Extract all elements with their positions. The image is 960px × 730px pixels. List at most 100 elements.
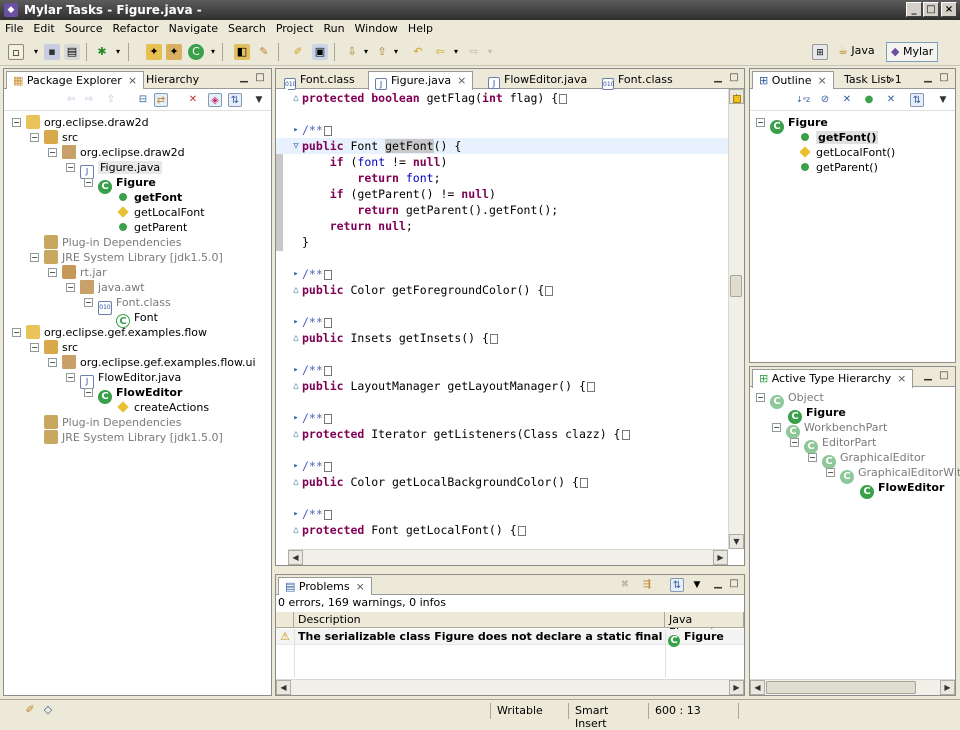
code-line[interactable]: /** bbox=[302, 266, 332, 282]
menu-project[interactable]: Project bbox=[271, 20, 319, 35]
tree-item[interactable]: C FlowEditor bbox=[860, 480, 944, 499]
column-header-description[interactable]: Description bbox=[294, 612, 665, 628]
perspective-mylar[interactable]: ◆ Mylar bbox=[886, 42, 939, 62]
sync-icon[interactable]: ⇅ bbox=[670, 578, 684, 592]
dropdown-arrow-icon[interactable]: ▾ bbox=[28, 44, 44, 60]
code-line[interactable]: public Color getLocalBackgroundColor() { bbox=[302, 474, 588, 490]
expand-icon[interactable]: − bbox=[790, 438, 799, 447]
menu-window[interactable]: Window bbox=[350, 20, 403, 35]
expand-icon[interactable]: − bbox=[826, 468, 835, 477]
tree-item[interactable]: C Figure bbox=[788, 405, 846, 424]
collapsed-code-icon[interactable] bbox=[559, 94, 568, 104]
new-class-icon[interactable]: C bbox=[188, 44, 204, 60]
tree-item[interactable]: createActions bbox=[116, 400, 209, 415]
scroll-right-button[interactable]: ▶ bbox=[940, 680, 955, 695]
code-line[interactable]: /** bbox=[302, 362, 332, 378]
collapsed-code-icon[interactable] bbox=[323, 366, 332, 376]
menu-search[interactable]: Search bbox=[223, 20, 271, 35]
minimize-button[interactable]: _ bbox=[906, 2, 922, 17]
new-project-icon[interactable]: ✦ bbox=[146, 44, 162, 60]
code-line[interactable]: return getParent().getFont(); bbox=[302, 202, 558, 218]
expand-icon[interactable]: − bbox=[772, 423, 781, 432]
back-icon[interactable]: ⇦ bbox=[432, 44, 448, 60]
dropdown-arrow-icon[interactable]: ▾ bbox=[205, 44, 221, 60]
code-line[interactable]: /** bbox=[302, 506, 332, 522]
fold-collapsed-icon[interactable]: △ bbox=[291, 333, 301, 343]
code-line[interactable]: /** bbox=[302, 122, 332, 138]
collapsed-code-icon[interactable] bbox=[323, 414, 332, 424]
expand-icon[interactable]: − bbox=[66, 163, 75, 172]
column-header-icon[interactable] bbox=[276, 612, 294, 628]
view-menu-icon[interactable]: ▼ bbox=[690, 578, 704, 592]
fold-collapsed-icon[interactable]: ▸ bbox=[291, 509, 301, 519]
fold-collapsed-icon[interactable]: ▸ bbox=[291, 461, 301, 471]
menu-navigate[interactable]: Navigate bbox=[164, 20, 223, 35]
tree-item[interactable]: − org.eclipse.gef.examples.flow bbox=[12, 325, 207, 340]
fold-collapsed-icon[interactable]: ▸ bbox=[291, 413, 301, 423]
filter-icon[interactable]: ✕ bbox=[186, 93, 200, 107]
maximize-icon[interactable]: □ bbox=[938, 72, 950, 84]
print-icon[interactable]: ▤ bbox=[64, 44, 80, 60]
code-line[interactable]: } bbox=[302, 234, 309, 250]
warning-marker-icon[interactable] bbox=[733, 95, 741, 103]
close-icon[interactable]: × bbox=[818, 74, 827, 87]
tree-item[interactable]: − J FlowEditor.java bbox=[66, 370, 181, 389]
fold-collapsed-icon[interactable]: △ bbox=[291, 381, 301, 391]
new-package-icon[interactable]: ✦ bbox=[166, 44, 182, 60]
expand-icon[interactable]: − bbox=[48, 148, 57, 157]
fold-collapsed-icon[interactable]: △ bbox=[291, 477, 301, 487]
expand-icon[interactable]: − bbox=[756, 393, 765, 402]
scroll-thumb[interactable] bbox=[730, 275, 742, 297]
scroll-left-button[interactable]: ◀ bbox=[288, 550, 303, 565]
expand-icon[interactable]: − bbox=[84, 388, 93, 397]
scroll-thumb[interactable] bbox=[766, 681, 916, 694]
close-icon[interactable]: × bbox=[897, 372, 906, 385]
problems-horizontal-scrollbar[interactable]: ◀ ▶ bbox=[276, 679, 744, 695]
minimize-icon[interactable]: ▁ bbox=[922, 72, 934, 84]
tree-item[interactable]: getLocalFont bbox=[116, 205, 205, 220]
editor-tab-figure-java[interactable]: J Figure.java × bbox=[368, 71, 474, 90]
dropdown-arrow-icon[interactable]: ▾ bbox=[110, 44, 126, 60]
collapsed-code-icon[interactable] bbox=[323, 270, 332, 280]
tree-item[interactable]: getParent bbox=[116, 220, 187, 235]
column-header-java-element[interactable]: Java Element bbox=[665, 612, 744, 639]
maximize-icon[interactable]: □ bbox=[728, 72, 740, 84]
sync-icon[interactable]: ◇ bbox=[40, 702, 56, 718]
editor-tab-font-class-2[interactable]: 010 Font.class bbox=[596, 71, 679, 90]
fold-collapsed-icon[interactable]: ▸ bbox=[291, 125, 301, 135]
fold-collapsed-icon[interactable]: △ bbox=[291, 525, 301, 535]
expand-icon[interactable]: − bbox=[48, 358, 57, 367]
tab-active-type-hierarchy[interactable]: ⊞ Active Type Hierarchy × bbox=[752, 369, 914, 388]
focus-icon[interactable]: ◈ bbox=[208, 93, 222, 107]
expand-icon[interactable]: − bbox=[12, 328, 21, 337]
tree-item[interactable]: C Font bbox=[116, 310, 158, 328]
sort-icon[interactable]: ↓ᵃz bbox=[796, 93, 810, 107]
tab-hierarchy[interactable]: Hierarchy bbox=[140, 71, 205, 89]
expand-icon[interactable]: − bbox=[30, 133, 39, 142]
expand-icon[interactable]: − bbox=[756, 118, 765, 127]
sync-icon[interactable]: ⇅ bbox=[910, 93, 924, 107]
forward-icon[interactable]: ⇨ bbox=[82, 93, 96, 107]
tree-item[interactable]: − C WorkbenchPart bbox=[772, 420, 887, 439]
code-line[interactable]: if (getParent() != null) bbox=[302, 186, 496, 202]
expand-icon[interactable]: − bbox=[48, 268, 57, 277]
close-button[interactable]: × bbox=[941, 2, 957, 17]
tree-item[interactable]: − JRE System Library [jdk1.5.0] bbox=[30, 250, 223, 265]
hide-non-public-icon[interactable]: ● bbox=[862, 93, 876, 107]
fold-collapsed-icon[interactable]: △ bbox=[291, 93, 301, 103]
minimize-icon[interactable]: ▁ bbox=[712, 72, 724, 84]
tree-item[interactable]: JRE System Library [jdk1.5.0] bbox=[44, 430, 223, 445]
fold-collapsed-icon[interactable]: ▸ bbox=[291, 317, 301, 327]
scroll-right-button[interactable]: ▶ bbox=[713, 550, 728, 565]
collapsed-code-icon[interactable] bbox=[586, 382, 595, 392]
minimize-icon[interactable]: ▁ bbox=[922, 370, 934, 382]
minimize-icon[interactable]: ▁ bbox=[712, 578, 724, 590]
delete-icon[interactable]: ✖ bbox=[618, 578, 632, 592]
tree-item[interactable]: getFont bbox=[116, 190, 182, 205]
scroll-down-button[interactable]: ▼ bbox=[729, 534, 744, 549]
collapsed-code-icon[interactable] bbox=[621, 430, 630, 440]
scroll-left-button[interactable]: ◀ bbox=[276, 680, 291, 695]
code-line[interactable]: if (font != null) bbox=[302, 154, 448, 170]
menu-edit[interactable]: Edit bbox=[28, 20, 59, 35]
code-line[interactable]: public Insets getInsets() { bbox=[302, 330, 498, 346]
